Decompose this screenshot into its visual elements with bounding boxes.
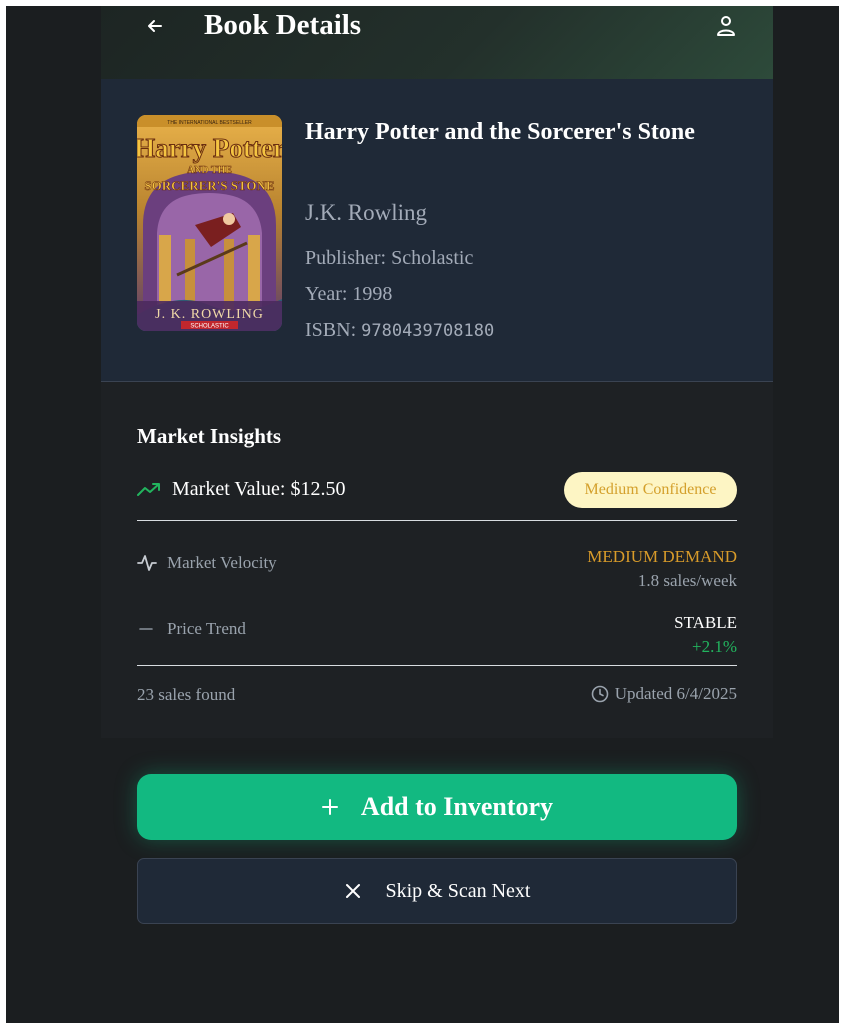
last-updated: Updated 6/4/2025 [591, 684, 737, 704]
activity-icon [137, 555, 157, 571]
svg-text:THE INTERNATIONAL BESTSELLER: THE INTERNATIONAL BESTSELLER [167, 120, 252, 126]
trend-status: STABLE [674, 613, 737, 632]
book-year: Year: 1998 [305, 281, 392, 307]
minus-icon [139, 628, 153, 630]
back-button[interactable] [141, 12, 169, 40]
market-value-text: Market Value: $12.50 [172, 478, 346, 500]
sales-per-week: 1.8 sales/week [637, 571, 737, 590]
content-column: Book Details THE INTERNATIONAL BESTSELLE… [101, 6, 773, 1023]
market-insights-heading: Market Insights [137, 424, 282, 448]
close-icon [345, 884, 360, 898]
trend-change: +2.1% [692, 637, 737, 656]
trending-up-icon [137, 482, 160, 496]
last-updated-text: Updated 6/4/2025 [614, 684, 737, 703]
page-title: Book Details [204, 9, 362, 41]
app-frame: Book Details THE INTERNATIONAL BESTSELLE… [6, 6, 839, 1023]
profile-button[interactable] [713, 12, 739, 40]
book-info-card: THE INTERNATIONAL BESTSELLER Harry Potte… [101, 79, 773, 382]
svg-text:J. K. ROWLING: J. K. ROWLING [155, 307, 264, 322]
book-isbn: ISBN: 9780439708180 [305, 317, 494, 344]
book-author: J.K. Rowling [305, 200, 428, 225]
divider [137, 665, 737, 666]
market-insights-panel: Market Insights Market Value: $12.50 Med… [101, 382, 773, 738]
user-icon [717, 16, 735, 36]
divider [137, 520, 737, 521]
isbn-value: 9780439708180 [361, 321, 495, 341]
svg-text:Harry Potter: Harry Potter [137, 133, 282, 163]
price-trend-label: Price Trend [137, 619, 246, 639]
add-to-inventory-label: Add to Inventory [360, 792, 554, 821]
isbn-label: ISBN: [305, 319, 362, 341]
app-header: Book Details [101, 6, 773, 79]
publisher-label: Publisher: [305, 247, 392, 269]
svg-text:SCHOLASTIC: SCHOLASTIC [190, 324, 229, 330]
book-publisher: Publisher: Scholastic [305, 245, 473, 271]
price-trend-value: STABLE +2.1% [674, 611, 737, 659]
demand-level: MEDIUM DEMAND [587, 547, 737, 566]
confidence-badge: Medium Confidence [564, 472, 737, 508]
skip-scan-next-label: Skip & Scan Next [385, 879, 531, 902]
market-velocity-label-text: Market Velocity [167, 553, 277, 572]
skip-scan-next-button[interactable]: Skip & Scan Next [137, 858, 737, 924]
clock-icon [591, 685, 609, 703]
year-label: Year: [305, 283, 353, 305]
book-title: Harry Potter and the Sorcerer's Stone [305, 119, 695, 145]
svg-text:AND THE: AND THE [187, 165, 232, 176]
arrow-left-icon [148, 20, 162, 32]
sales-found-count: 23 sales found [137, 685, 236, 704]
svg-text:SORCERER'S STONE: SORCERER'S STONE [144, 178, 274, 193]
market-velocity-value: MEDIUM DEMAND 1.8 sales/week [587, 545, 737, 593]
market-value-row: Market Value: $12.50 [137, 478, 346, 501]
plus-icon [321, 799, 338, 815]
publisher-value: Scholastic [391, 247, 474, 269]
book-cover-image: THE INTERNATIONAL BESTSELLER Harry Potte… [137, 115, 282, 331]
add-to-inventory-button[interactable]: Add to Inventory [137, 774, 737, 840]
price-trend-label-text: Price Trend [167, 619, 246, 638]
year-value: 1998 [352, 283, 393, 305]
market-velocity-label: Market Velocity [137, 553, 277, 573]
